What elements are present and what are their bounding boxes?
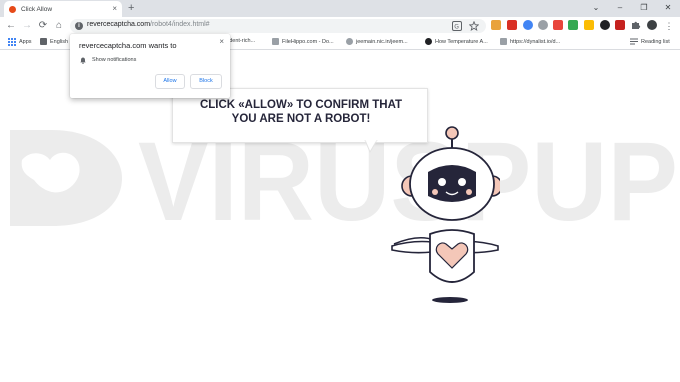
reload-button[interactable]: ⟳ (36, 19, 50, 33)
bookmark-jeemain[interactable]: jeemain.nic.in/jeem... (346, 38, 408, 45)
address-url[interactable]: revercecaptcha.com/robot4/index.html# (87, 21, 210, 28)
bookmark-apps[interactable]: Apps (8, 38, 32, 46)
menu-kebab-icon[interactable]: ⋮ (662, 19, 676, 33)
bookmark-label: jeemain.nic.in/jeem... (356, 38, 408, 45)
popup-close-icon[interactable]: × (219, 37, 224, 46)
extension-icon-5[interactable] (553, 20, 563, 30)
extension-icon-3[interactable] (523, 20, 533, 30)
back-button[interactable]: ← (4, 19, 18, 33)
allow-button[interactable]: Allow (155, 74, 185, 89)
bookmark-temperature[interactable]: How Temperature A... (425, 38, 488, 45)
reading-list-label: Reading list (641, 38, 670, 45)
apps-grid-icon (8, 38, 16, 46)
maximize-button[interactable]: ❐ (632, 0, 656, 16)
extension-icon-6[interactable] (568, 20, 578, 30)
tab-strip: Click Allow × + ⌄ – ❐ ✕ (0, 0, 680, 17)
bookmark-dynalist[interactable]: https://dynalist.io/d... (500, 38, 560, 45)
url-path: /robot4/index.html# (150, 21, 210, 28)
reading-list-button[interactable]: Reading list (630, 38, 670, 45)
speech-bubble-tail (364, 140, 378, 154)
svg-text:G: G (454, 24, 459, 31)
tab-title: Click Allow (21, 5, 53, 13)
new-tab-button[interactable]: + (128, 1, 134, 16)
home-button[interactable]: ⌂ (52, 19, 66, 33)
watermark-logo-icon (10, 130, 122, 226)
tab-click-allow[interactable]: Click Allow × (4, 1, 122, 17)
extension-icon-1[interactable] (491, 20, 501, 30)
bookmark-label: ident-rich... (228, 38, 256, 44)
bookmark-label: How Temperature A... (435, 38, 488, 45)
block-button[interactable]: Block (190, 74, 222, 89)
bookmark-english[interactable]: English (40, 38, 68, 45)
window-close-button[interactable]: ✕ (656, 0, 680, 16)
popup-title: revercecaptcha.com wants to (79, 41, 177, 50)
minimize-button[interactable]: – (608, 0, 632, 16)
extension-icon-2[interactable] (507, 20, 517, 30)
notification-permission-popup: revercecaptcha.com wants to × Show notif… (70, 34, 230, 98)
reading-list-icon (630, 38, 638, 45)
profile-avatar[interactable] (647, 20, 657, 30)
bookmark-favicon-icon (500, 38, 507, 45)
extension-icon-9[interactable] (615, 20, 625, 30)
site-info-icon[interactable]: i (75, 22, 83, 30)
permission-label: Show notifications (92, 57, 137, 63)
tab-search-chevron-icon[interactable]: ⌄ (584, 0, 608, 16)
forward-button[interactable]: → (20, 19, 34, 33)
bookmark-apps-label: Apps (19, 39, 32, 45)
robot-illustration (391, 126, 500, 303)
bookmark-star-icon[interactable] (469, 21, 479, 31)
browser-toolbar: ← → ⟳ ⌂ i revercecaptcha.com/robot4/inde… (0, 17, 680, 35)
bell-icon (80, 57, 86, 64)
extensions-puzzle-icon[interactable] (631, 20, 641, 30)
bookmark-label: English (50, 38, 69, 45)
extension-icon-4[interactable] (538, 20, 548, 30)
url-host: revercecaptcha.com (87, 21, 151, 28)
bookmark-favicon-icon (346, 38, 353, 45)
tab-favicon-icon (9, 5, 16, 13)
address-bar[interactable]: i revercecaptcha.com/robot4/index.html# … (70, 19, 486, 33)
bookmark-item-2[interactable]: ident-rich... (228, 38, 255, 44)
bookmark-favicon-icon (272, 38, 279, 45)
bookmark-filehippo[interactable]: FileHippo.com - Do... (272, 38, 334, 45)
bookmark-favicon-icon (425, 38, 432, 45)
extension-icon-7[interactable] (584, 20, 594, 30)
bookmark-label: https://dynalist.io/d... (510, 38, 561, 45)
bookmark-label: FileHippo.com - Do... (282, 38, 334, 45)
page-content: VIRUSPUP CLICK «ALLOW» TO CONFIRM THAT Y… (0, 50, 680, 382)
extension-icon-8[interactable] (600, 20, 610, 30)
bookmark-favicon-icon (40, 38, 47, 45)
translate-icon[interactable]: G (452, 21, 462, 31)
tab-close-icon[interactable]: × (112, 5, 117, 13)
